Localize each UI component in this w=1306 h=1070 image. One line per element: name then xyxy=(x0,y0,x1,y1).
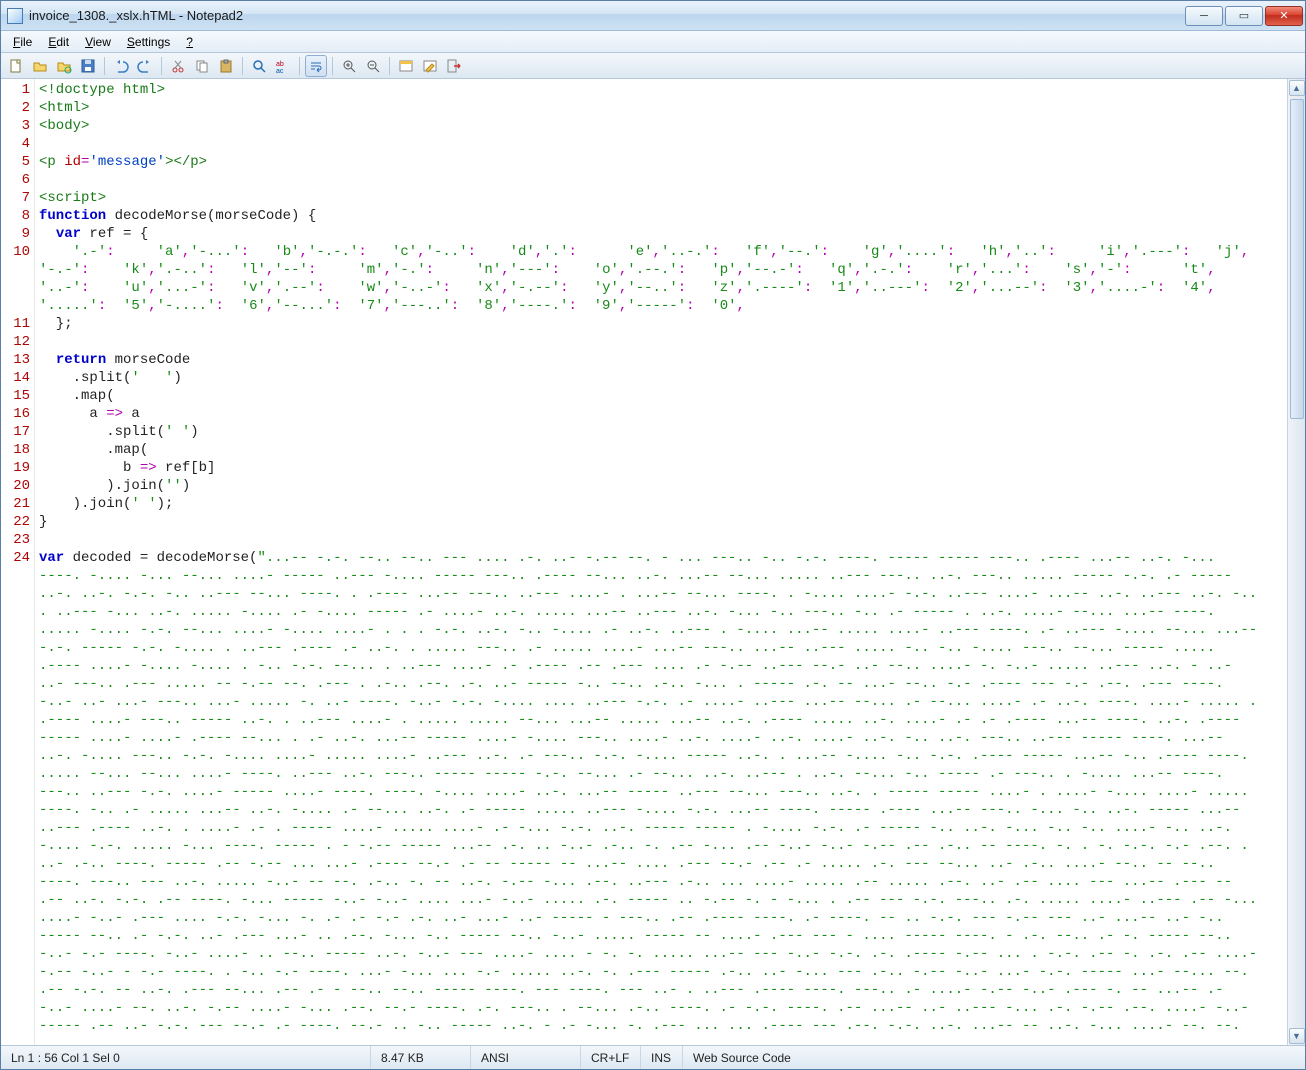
menu-edit[interactable]: Edit xyxy=(40,33,77,51)
editor[interactable]: 12345678910 1112131415161718192021222324… xyxy=(1,79,1305,1045)
toolbar: abac xyxy=(1,53,1305,79)
scroll-thumb[interactable] xyxy=(1290,99,1304,419)
toolbar-separator xyxy=(242,57,243,75)
code-area[interactable]: <!doctype html><html><body> <p id='messa… xyxy=(35,79,1287,1045)
undo-icon[interactable] xyxy=(110,55,132,77)
browse-icon[interactable] xyxy=(53,55,75,77)
open-file-icon[interactable] xyxy=(29,55,51,77)
toolbar-separator xyxy=(332,57,333,75)
statusbar: Ln 1 : 56 Col 1 Sel 0 8.47 KB ANSI CR+LF… xyxy=(1,1045,1305,1069)
menu-view[interactable]: View xyxy=(77,33,119,51)
svg-text:ab: ab xyxy=(276,61,284,68)
titlebar[interactable]: invoice_1308._xslx.hTML - Notepad2 ─ ▭ ✕ xyxy=(1,1,1305,31)
exit-icon[interactable] xyxy=(443,55,465,77)
word-wrap-icon[interactable] xyxy=(305,55,327,77)
status-eol[interactable]: CR+LF xyxy=(581,1046,641,1069)
status-position: Ln 1 : 56 Col 1 Sel 0 xyxy=(1,1046,371,1069)
cut-icon[interactable] xyxy=(167,55,189,77)
app-window: invoice_1308._xslx.hTML - Notepad2 ─ ▭ ✕… xyxy=(0,0,1306,1070)
menubar: File Edit View Settings ? xyxy=(1,31,1305,53)
paste-icon[interactable] xyxy=(215,55,237,77)
zoom-out-icon[interactable] xyxy=(362,55,384,77)
status-language[interactable]: Web Source Code xyxy=(683,1046,1305,1069)
window-title: invoice_1308._xslx.hTML - Notepad2 xyxy=(29,8,1185,23)
toolbar-separator xyxy=(104,57,105,75)
status-encoding[interactable]: ANSI xyxy=(471,1046,581,1069)
toolbar-separator xyxy=(299,57,300,75)
close-button[interactable]: ✕ xyxy=(1265,6,1303,26)
new-file-icon[interactable] xyxy=(5,55,27,77)
redo-icon[interactable] xyxy=(134,55,156,77)
scroll-down-icon[interactable]: ▼ xyxy=(1289,1028,1305,1044)
scheme-icon[interactable] xyxy=(395,55,417,77)
customize-icon[interactable] xyxy=(419,55,441,77)
toolbar-separator xyxy=(161,57,162,75)
replace-icon[interactable]: abac xyxy=(272,55,294,77)
app-icon xyxy=(7,8,23,24)
find-icon[interactable] xyxy=(248,55,270,77)
maximize-button[interactable]: ▭ xyxy=(1225,6,1263,26)
menu-file[interactable]: File xyxy=(5,33,40,51)
minimize-button[interactable]: ─ xyxy=(1185,6,1223,26)
line-gutter: 12345678910 1112131415161718192021222324 xyxy=(1,79,35,1045)
menu-settings[interactable]: Settings xyxy=(119,33,178,51)
svg-text:ac: ac xyxy=(276,68,284,74)
zoom-in-icon[interactable] xyxy=(338,55,360,77)
toolbar-separator xyxy=(389,57,390,75)
vertical-scrollbar[interactable]: ▲ ▼ xyxy=(1287,79,1305,1045)
scroll-up-icon[interactable]: ▲ xyxy=(1289,80,1305,96)
menu-help[interactable]: ? xyxy=(178,33,201,51)
status-insmode[interactable]: INS xyxy=(641,1046,683,1069)
save-icon[interactable] xyxy=(77,55,99,77)
copy-icon[interactable] xyxy=(191,55,213,77)
status-filesize: 8.47 KB xyxy=(371,1046,471,1069)
